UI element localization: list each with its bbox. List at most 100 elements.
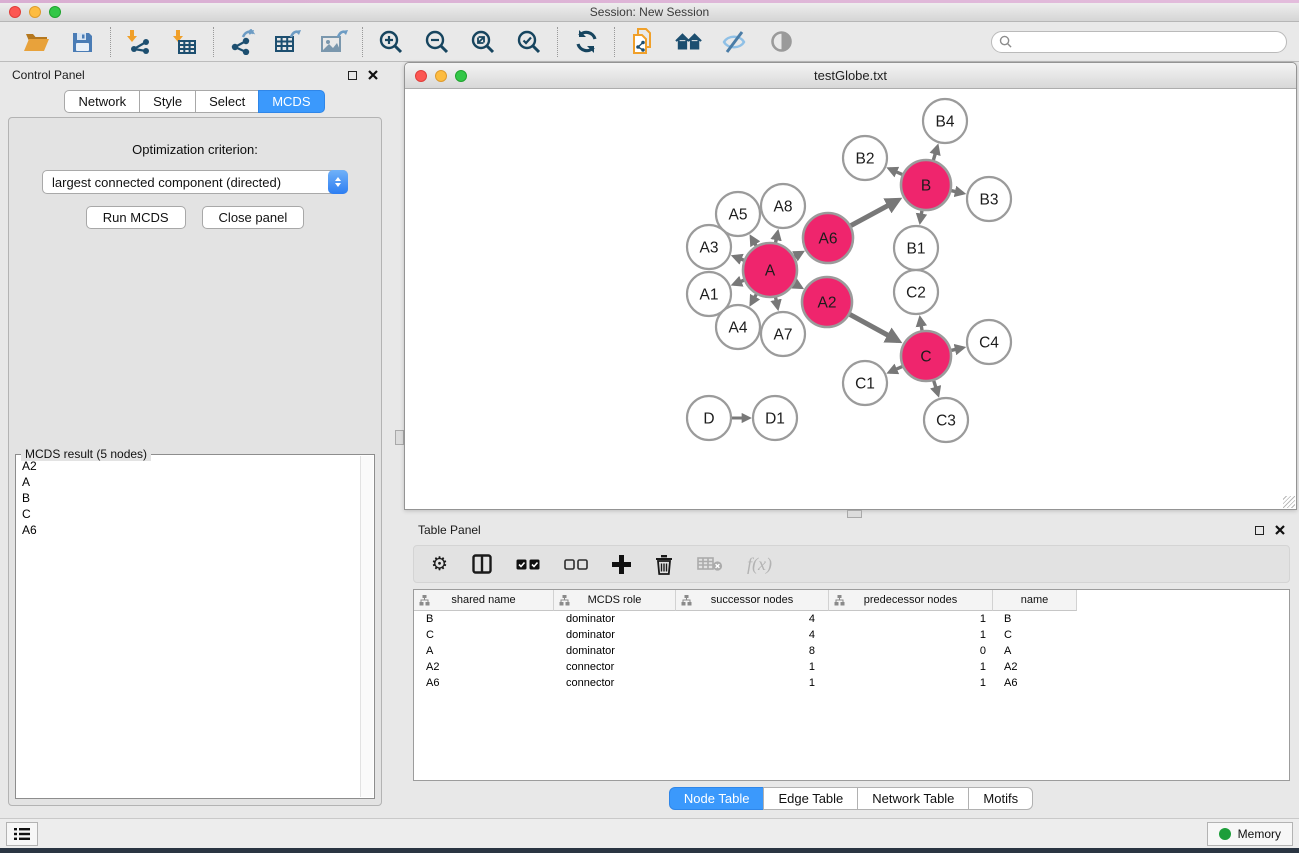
run-mcds-button[interactable]: Run MCDS — [86, 206, 186, 229]
node-C4[interactable]: C4 — [967, 320, 1011, 364]
edge-B-B4[interactable] — [933, 147, 937, 161]
edge-A-A6[interactable] — [794, 252, 802, 257]
tab-network-table[interactable]: Network Table — [857, 787, 969, 810]
hide-selected-icon[interactable] — [721, 28, 749, 56]
node-A6[interactable]: A6 — [803, 213, 853, 263]
float-panel-icon[interactable] — [348, 71, 357, 80]
close-table-panel-icon[interactable] — [1275, 525, 1285, 535]
edge-A-A3[interactable] — [734, 256, 745, 260]
network-minimize-button[interactable] — [435, 70, 447, 82]
tab-select[interactable]: Select — [195, 90, 259, 113]
edge-A-A8[interactable] — [775, 232, 777, 243]
network-close-button[interactable] — [415, 70, 427, 82]
select-all-icon[interactable] — [516, 552, 540, 576]
column-header-MCDS-role[interactable]: MCDS role — [554, 590, 676, 611]
tab-edge-table[interactable]: Edge Table — [763, 787, 858, 810]
deselect-all-icon[interactable] — [564, 552, 588, 576]
add-column-icon[interactable] — [612, 552, 631, 576]
edge-A-A4[interactable] — [751, 294, 757, 304]
column-header-shared-name[interactable]: shared name — [414, 590, 554, 611]
node-B4[interactable]: B4 — [923, 99, 967, 143]
refresh-icon[interactable] — [572, 28, 600, 56]
zoom-in-icon[interactable] — [377, 28, 405, 56]
result-item[interactable]: A2 — [22, 458, 359, 474]
delete-table-icon[interactable] — [697, 552, 723, 576]
network-window-titlebar[interactable]: testGlobe.txt — [405, 63, 1296, 89]
search-box[interactable] — [991, 31, 1287, 53]
edge-C-C2[interactable] — [920, 318, 922, 331]
node-B3[interactable]: B3 — [967, 177, 1011, 221]
optimization-criterion-dropdown[interactable]: largest connected component (directed) — [42, 170, 348, 194]
node-D[interactable]: D — [687, 396, 731, 440]
node-A3[interactable]: A3 — [687, 225, 731, 269]
result-item[interactable]: B — [22, 490, 359, 506]
node-B[interactable]: B — [901, 160, 951, 210]
close-panel-button[interactable]: Close panel — [202, 206, 305, 229]
result-item[interactable]: A — [22, 474, 359, 490]
export-network-icon[interactable] — [228, 28, 256, 56]
export-table-icon[interactable] — [274, 28, 302, 56]
node-C[interactable]: C — [901, 331, 951, 381]
node-A7[interactable]: A7 — [761, 312, 805, 356]
edge-A-A5[interactable] — [751, 237, 756, 246]
task-history-button[interactable] — [6, 822, 38, 846]
result-item[interactable]: C — [22, 506, 359, 522]
show-all-icon[interactable] — [767, 28, 795, 56]
delete-column-icon[interactable] — [655, 552, 673, 576]
node-B2[interactable]: B2 — [843, 136, 887, 180]
resize-grip[interactable] — [1283, 496, 1295, 508]
network-canvas[interactable]: B4B2BB3A5A8A6B1A3AC2A1A2A4A7C4CC1DD1C3 — [405, 90, 1296, 509]
edge-C-C3[interactable] — [933, 380, 938, 395]
node-D1[interactable]: D1 — [753, 396, 797, 440]
edge-C-C4[interactable] — [950, 348, 962, 351]
column-header-successor-nodes[interactable]: successor nodes — [676, 590, 829, 611]
vertical-splitter-handle[interactable] — [395, 430, 404, 445]
network-graph[interactable]: B4B2BB3A5A8A6B1A3AC2A1A2A4A7C4CC1DD1C3 — [405, 90, 1296, 509]
edge-A-A7[interactable] — [775, 296, 777, 307]
tab-mcds[interactable]: MCDS — [258, 90, 324, 113]
node-A[interactable]: A — [743, 243, 797, 297]
zoom-selected-icon[interactable] — [515, 28, 543, 56]
table-row[interactable]: Bdominator41B — [414, 611, 1289, 627]
function-builder-icon[interactable]: f(x) — [747, 552, 772, 576]
table-row[interactable]: A6connector11A6 — [414, 675, 1289, 691]
edge-C-C1[interactable] — [889, 366, 903, 372]
node-A2[interactable]: A2 — [802, 277, 852, 327]
column-header-predecessor-nodes[interactable]: predecessor nodes — [829, 590, 993, 611]
tab-network[interactable]: Network — [64, 90, 140, 113]
mcds-result-list[interactable]: A2ABCA6 — [18, 458, 359, 796]
node-A4[interactable]: A4 — [716, 305, 760, 349]
node-B1[interactable]: B1 — [894, 226, 938, 270]
new-network-from-selection-icon[interactable] — [629, 28, 657, 56]
edge-A-A1[interactable] — [734, 280, 745, 284]
first-neighbors-icon[interactable] — [675, 28, 703, 56]
save-session-icon[interactable] — [68, 28, 96, 56]
edge-B-B3[interactable] — [950, 190, 962, 193]
network-zoom-button[interactable] — [455, 70, 467, 82]
import-network-icon[interactable] — [125, 28, 153, 56]
close-window-button[interactable] — [9, 6, 21, 18]
split-view-icon[interactable] — [472, 552, 492, 576]
result-item[interactable]: A6 — [22, 522, 359, 538]
node-A8[interactable]: A8 — [761, 184, 805, 228]
node-C3[interactable]: C3 — [924, 398, 968, 442]
zoom-out-icon[interactable] — [423, 28, 451, 56]
edge-B-B1[interactable] — [920, 210, 922, 222]
export-image-icon[interactable] — [320, 28, 348, 56]
tab-style[interactable]: Style — [139, 90, 196, 113]
memory-button[interactable]: Memory — [1207, 822, 1293, 846]
node-C1[interactable]: C1 — [843, 361, 887, 405]
float-table-panel-icon[interactable] — [1255, 526, 1264, 535]
node-C2[interactable]: C2 — [894, 270, 938, 314]
table-row[interactable]: Adominator80A — [414, 643, 1289, 659]
edge-B-B2[interactable] — [889, 169, 903, 175]
minimize-window-button[interactable] — [29, 6, 41, 18]
zoom-fit-icon[interactable] — [469, 28, 497, 56]
close-panel-icon[interactable] — [368, 70, 378, 80]
import-table-icon[interactable] — [171, 28, 199, 56]
settings-icon[interactable]: ⚙ — [431, 552, 448, 576]
open-session-icon[interactable] — [22, 28, 50, 56]
result-list-scrollbar[interactable] — [360, 456, 373, 797]
table-row[interactable]: A2connector11A2 — [414, 659, 1289, 675]
zoom-window-button[interactable] — [49, 6, 61, 18]
